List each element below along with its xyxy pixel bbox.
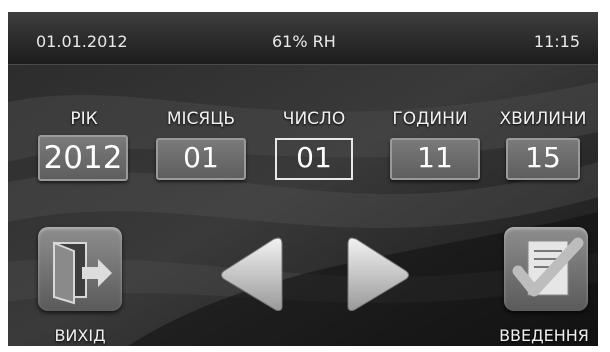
arrow-left-icon[interactable]	[216, 234, 284, 316]
year-label: РІК	[70, 109, 98, 129]
status-bar: 01.01.2012 61% RH 11:15	[8, 12, 598, 65]
minutes-label: ХВИЛИНИ	[499, 109, 587, 129]
status-date: 01.01.2012	[36, 32, 128, 51]
day-label: ЧИСЛО	[282, 109, 346, 129]
day-field[interactable]: 01	[275, 138, 353, 180]
enter-button[interactable]	[504, 227, 588, 311]
exit-button[interactable]	[38, 227, 122, 311]
month-label: МІСЯЦЬ	[166, 109, 236, 129]
arrow-right-icon[interactable]	[346, 234, 414, 316]
year-field[interactable]: 2012	[38, 135, 128, 181]
month-field[interactable]: 01	[156, 138, 246, 180]
status-humidity: 61% RH	[272, 32, 336, 51]
status-time: 11:15	[533, 32, 580, 51]
enter-label: ВВЕДЕННЯ	[499, 326, 589, 345]
hours-label: ГОДИНИ	[392, 109, 468, 129]
minutes-field[interactable]: 15	[506, 138, 580, 180]
hours-field[interactable]: 11	[390, 138, 480, 180]
document-checkmark-icon	[512, 237, 584, 297]
device-screen: 01.01.2012 61% RH 11:15 РІК МІСЯЦЬ ЧИСЛО…	[8, 12, 598, 346]
exit-label: ВИХІД	[54, 326, 106, 345]
exit-door-icon	[53, 241, 112, 305]
